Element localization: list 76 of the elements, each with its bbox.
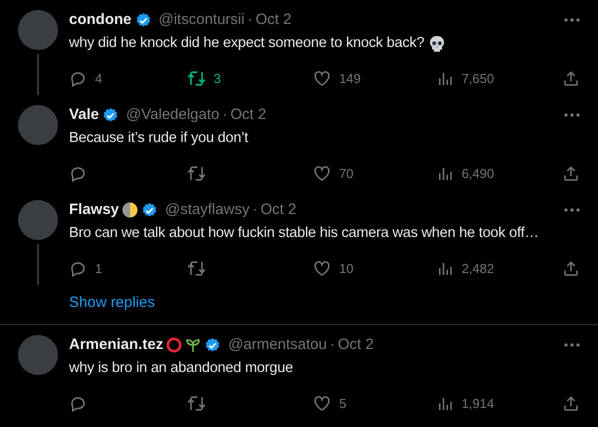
verified-badge-icon bbox=[134, 12, 152, 28]
verified-badge-icon bbox=[141, 202, 158, 218]
skull-icon bbox=[428, 34, 446, 53]
more-icon[interactable] bbox=[564, 18, 580, 22]
heart-icon bbox=[313, 70, 332, 88]
reply-icon bbox=[69, 70, 87, 88]
retweet-button[interactable] bbox=[186, 164, 206, 183]
reply-button[interactable] bbox=[69, 164, 87, 182]
reply-icon bbox=[69, 260, 87, 278]
like-count: 149 bbox=[339, 70, 361, 88]
verified-badge-icon bbox=[102, 106, 120, 124]
reply-button[interactable] bbox=[69, 260, 87, 278]
display-name[interactable]: Vale bbox=[69, 104, 100, 126]
reply-count: 1 bbox=[95, 260, 102, 278]
retweet-button[interactable] bbox=[186, 259, 206, 278]
views-count: 7,650 bbox=[462, 70, 494, 88]
user-handle[interactable]: @Valedelgato bbox=[126, 104, 220, 126]
like-count: 10 bbox=[339, 260, 354, 278]
user-handle[interactable]: @armentsatou bbox=[228, 334, 327, 356]
show-replies-link[interactable]: Show replies bbox=[69, 292, 155, 315]
retweet-icon bbox=[186, 259, 206, 278]
share-button[interactable] bbox=[562, 164, 580, 182]
heart-icon bbox=[313, 394, 332, 412]
display-name[interactable]: Armenian.tez bbox=[69, 334, 164, 356]
reply-button[interactable] bbox=[69, 70, 87, 88]
like-count: 70 bbox=[339, 164, 354, 183]
share-icon bbox=[562, 164, 580, 182]
reply-button[interactable] bbox=[69, 394, 87, 412]
heart-icon bbox=[313, 260, 332, 278]
share-icon bbox=[562, 70, 580, 88]
post-date[interactable]: Oct 2 bbox=[260, 198, 296, 222]
ring-icon bbox=[166, 337, 182, 353]
share-button[interactable] bbox=[562, 394, 580, 412]
separator-dot: · bbox=[252, 200, 258, 220]
like-button[interactable] bbox=[313, 394, 332, 412]
separator-dot: · bbox=[248, 10, 253, 30]
reply-icon bbox=[69, 164, 87, 182]
reply-icon bbox=[69, 394, 87, 412]
separator-dot: · bbox=[330, 334, 335, 355]
post-text: Because it’s rude if you don’t bbox=[69, 129, 248, 148]
retweet-icon bbox=[186, 394, 206, 413]
more-icon[interactable] bbox=[564, 113, 580, 117]
post-date[interactable]: Oct 2 bbox=[256, 8, 292, 32]
like-button[interactable] bbox=[313, 164, 332, 182]
share-icon bbox=[562, 260, 580, 278]
post-text: why did he knock did he expect someone to knock back? bbox=[69, 34, 424, 53]
user-handle[interactable]: @stayflawsy bbox=[165, 198, 250, 222]
post-text: Bro can we talk about how fuckin stable his camera was when he took off… bbox=[69, 224, 539, 243]
retweet-icon bbox=[186, 69, 206, 88]
post-date[interactable]: Oct 2 bbox=[230, 104, 266, 126]
share-button[interactable] bbox=[562, 260, 580, 278]
post-date[interactable]: Oct 2 bbox=[338, 334, 374, 356]
like-button[interactable] bbox=[313, 260, 332, 278]
user-handle[interactable]: @itscontursii bbox=[158, 8, 245, 32]
more-icon[interactable] bbox=[564, 343, 580, 347]
views-count: 1,914 bbox=[462, 394, 494, 413]
retweet-button[interactable] bbox=[186, 69, 206, 88]
like-count: 5 bbox=[339, 394, 346, 413]
reply-count: 4 bbox=[95, 70, 102, 88]
heart-icon bbox=[313, 164, 332, 182]
share-button[interactable] bbox=[562, 70, 580, 88]
retweet-count: 3 bbox=[214, 70, 221, 88]
views-count: 6,490 bbox=[462, 164, 494, 183]
more-icon[interactable] bbox=[564, 208, 580, 212]
like-button[interactable] bbox=[313, 70, 332, 88]
retweet-button[interactable] bbox=[186, 394, 206, 413]
views-count: 2,482 bbox=[462, 260, 494, 278]
verified-badge-icon bbox=[204, 336, 222, 354]
separator-dot: · bbox=[222, 104, 228, 125]
post-text: why is bro in an abandoned morgue bbox=[69, 359, 293, 378]
seedling-icon bbox=[185, 337, 202, 353]
retweet-icon bbox=[186, 164, 206, 183]
display-name[interactable]: Flawsy bbox=[69, 198, 120, 222]
half-moon-icon bbox=[122, 202, 138, 218]
display-name[interactable]: condone bbox=[69, 8, 132, 32]
share-icon bbox=[562, 394, 580, 412]
